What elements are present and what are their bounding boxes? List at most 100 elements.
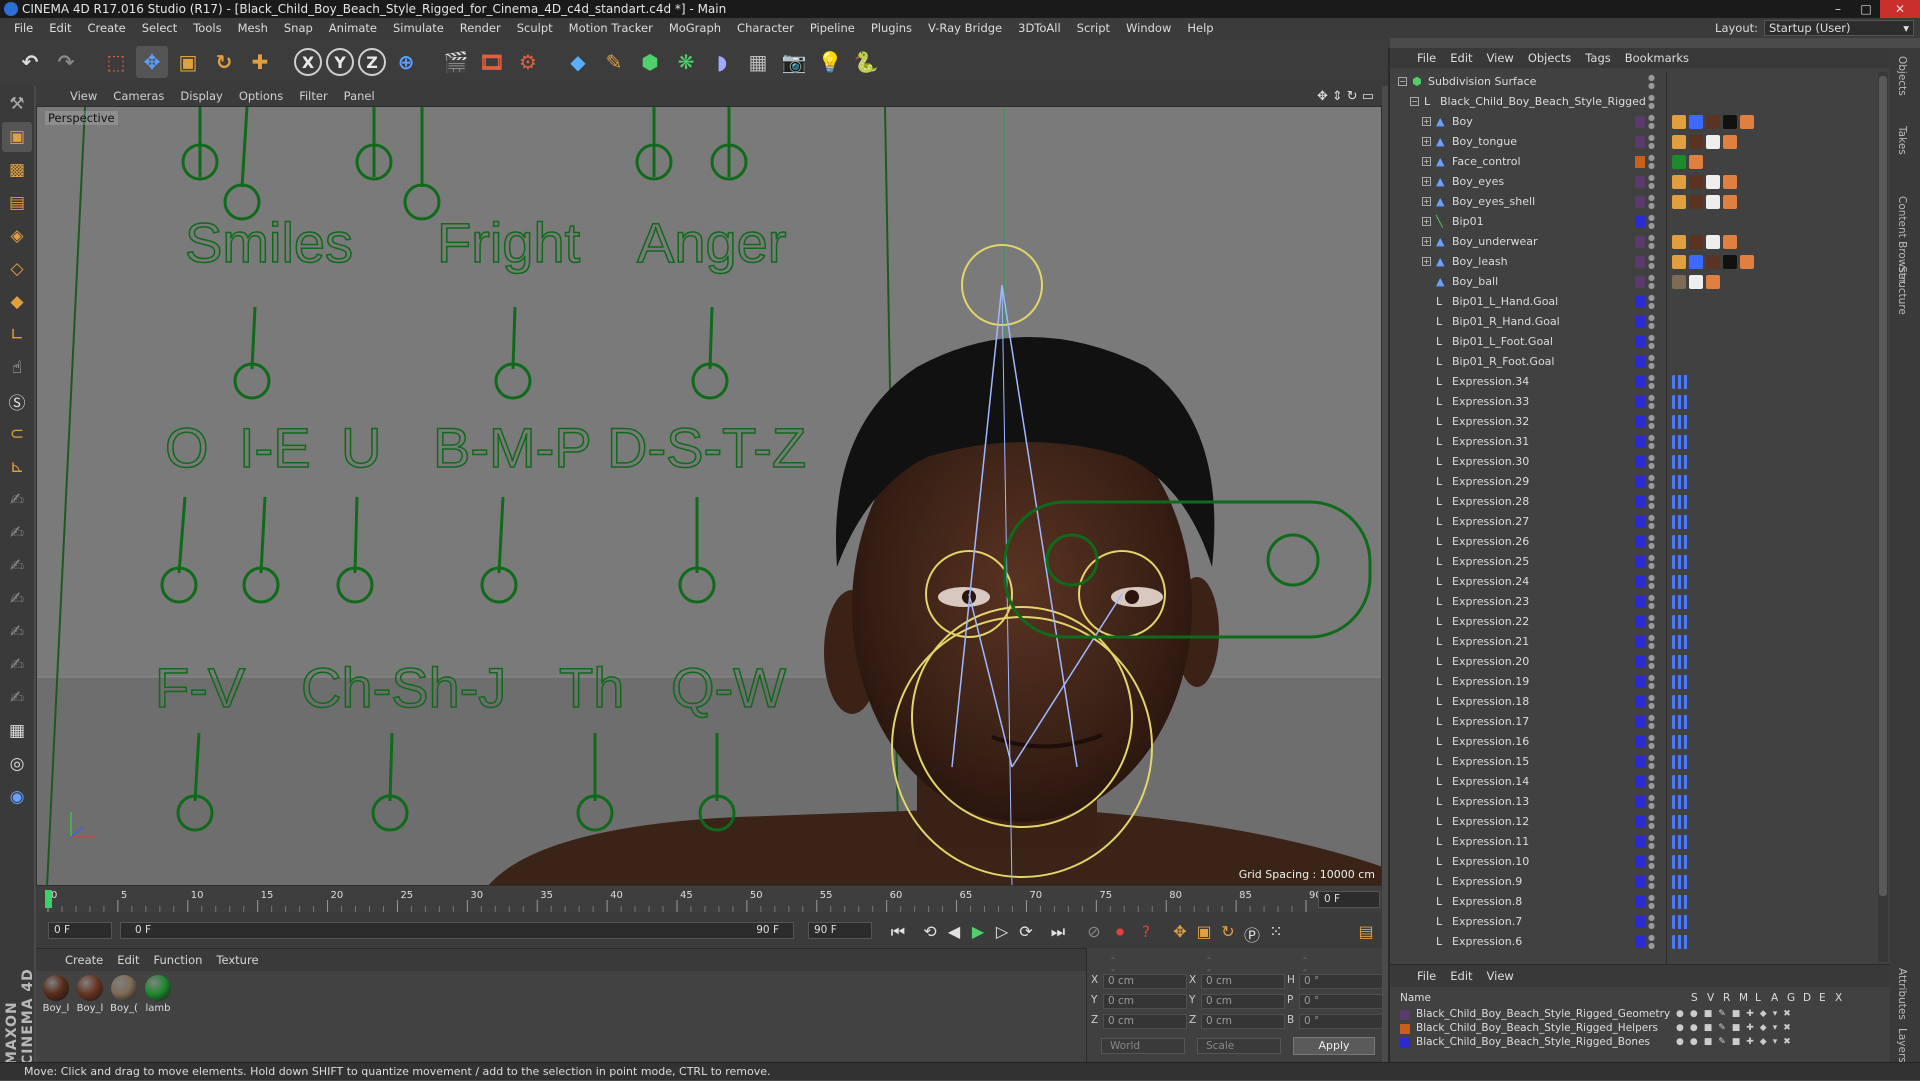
layer-color-swatch[interactable]	[1635, 256, 1645, 268]
visibility-dots-icon[interactable]: ● ●	[1648, 274, 1655, 290]
object-tag-icon[interactable]	[1706, 235, 1720, 249]
size-x-field[interactable]: 0 cm	[1201, 974, 1285, 989]
layer-color-swatch[interactable]	[1635, 576, 1645, 588]
object-menu-bookmarks[interactable]: Bookmarks	[1618, 51, 1696, 65]
move-tool-icon[interactable]: ✥	[136, 46, 168, 78]
object-tag-icon[interactable]	[1672, 135, 1686, 149]
layer-flag-icons[interactable]: ●●■✎■✚◆▾✖	[1676, 1037, 1797, 1047]
visibility-dots-icon[interactable]: ● ●	[1648, 74, 1655, 90]
visibility-dots-icon[interactable]: ● ●	[1648, 494, 1655, 510]
side-tab-layers[interactable]: Layers	[1896, 1028, 1908, 1063]
preview-range-slider[interactable]: 0 F 90 F	[120, 922, 794, 939]
record-scale-icon[interactable]: ▣	[1192, 922, 1216, 944]
visibility-dots-icon[interactable]: ● ●	[1648, 894, 1655, 910]
object-row[interactable]: ▲ Boy_ball ● ●	[1390, 272, 1892, 292]
rotation-h-field[interactable]: 0 °	[1299, 974, 1383, 989]
viewport-menu-filter[interactable]: Filter	[291, 89, 335, 103]
object-row[interactable]: L Expression.34 ● ●	[1390, 372, 1892, 392]
layer-color-swatch[interactable]	[1635, 476, 1645, 488]
previous-frame-icon[interactable]: ◀	[942, 922, 966, 944]
object-tag-icon[interactable]	[1672, 535, 1688, 549]
current-frame-field[interactable]: 0 F	[1318, 891, 1380, 908]
position-x-field[interactable]: 0 cm	[1103, 974, 1187, 989]
viewport-menu-options[interactable]: Options	[231, 89, 291, 103]
autokeying-icon[interactable]: ⏺	[1108, 922, 1132, 944]
object-tag-icon[interactable]	[1740, 255, 1754, 269]
record-rotation-icon[interactable]: ↻	[1216, 922, 1240, 944]
expand-toggle-icon[interactable]: +	[1422, 157, 1431, 166]
visibility-dots-icon[interactable]: ● ●	[1648, 234, 1655, 250]
menu-pipeline[interactable]: Pipeline	[802, 21, 863, 35]
visibility-dots-icon[interactable]: ● ●	[1648, 794, 1655, 810]
layer-color-swatch[interactable]	[1635, 156, 1645, 168]
sculpt-smooth-icon[interactable]: ✍	[2, 551, 32, 581]
record-position-icon[interactable]: ✥	[1168, 922, 1192, 944]
layer-color-swatch[interactable]	[1635, 876, 1645, 888]
grid-lock-icon[interactable]: ▦	[2, 716, 32, 746]
visibility-dots-icon[interactable]: ● ●	[1648, 254, 1655, 270]
visibility-dots-icon[interactable]: ● ●	[1648, 534, 1655, 550]
object-row[interactable]: L Expression.7 ● ●	[1390, 912, 1892, 932]
object-row[interactable]: L Expression.18 ● ●	[1390, 692, 1892, 712]
object-row[interactable]: L Bip01_R_Hand.Goal ● ●	[1390, 312, 1892, 332]
play-forward-icon[interactable]: ▶	[966, 922, 990, 944]
viewport-camera-label[interactable]: Perspective	[45, 111, 118, 125]
layer-color-swatch[interactable]	[1400, 1010, 1410, 1020]
layer-menu-file[interactable]: File	[1410, 969, 1443, 983]
object-row[interactable]: L Expression.27 ● ●	[1390, 512, 1892, 532]
object-tag-icon[interactable]	[1723, 115, 1737, 129]
menu-mograph[interactable]: MoGraph	[661, 21, 729, 35]
visibility-dots-icon[interactable]: ● ●	[1648, 474, 1655, 490]
layer-flag-icons[interactable]: ●●■✎■✚◆▾✖	[1676, 1023, 1797, 1033]
magnet-lock-icon[interactable]: ◎	[2, 749, 32, 779]
object-row[interactable]: L Expression.17 ● ●	[1390, 712, 1892, 732]
object-tag-icon[interactable]	[1672, 615, 1688, 629]
object-tag-icon[interactable]	[1672, 235, 1686, 249]
menu-motion-tracker[interactable]: Motion Tracker	[561, 21, 661, 35]
object-row[interactable]: − ⬢ Subdivision Surface ● ●	[1390, 72, 1892, 92]
object-tag-icon[interactable]	[1672, 115, 1686, 129]
visibility-dots-icon[interactable]: ● ●	[1648, 914, 1655, 930]
expand-toggle-icon[interactable]: +	[1422, 117, 1431, 126]
layer-flag-icons[interactable]: ●●■✎■✚◆▾✖	[1676, 1009, 1797, 1019]
layer-color-swatch[interactable]	[1635, 836, 1645, 848]
visibility-dots-icon[interactable]: ● ●	[1648, 314, 1655, 330]
layer-color-swatch[interactable]	[1635, 356, 1645, 368]
side-tab-takes[interactable]: Takes	[1896, 126, 1908, 155]
menu-sculpt[interactable]: Sculpt	[509, 21, 561, 35]
visibility-dots-icon[interactable]: ● ●	[1648, 674, 1655, 690]
previous-key-icon[interactable]: ⟲	[918, 922, 942, 944]
array-mograph-icon[interactable]: ❋	[670, 46, 702, 78]
visibility-dots-icon[interactable]: ● ●	[1648, 654, 1655, 670]
layer-color-swatch[interactable]	[1635, 536, 1645, 548]
material-swatch[interactable]: Boy_(	[110, 975, 138, 1014]
visibility-dots-icon[interactable]: ● ●	[1648, 614, 1655, 630]
magnet-icon[interactable]: ⊂	[2, 419, 32, 449]
sculpt-flatten-icon[interactable]: ✍	[2, 617, 32, 647]
object-tag-icon[interactable]	[1706, 195, 1720, 209]
object-tag-icon[interactable]	[1672, 155, 1686, 169]
menu-v-ray-bridge[interactable]: V-Ray Bridge	[920, 21, 1010, 35]
object-tag-icon[interactable]	[1672, 935, 1688, 949]
object-tag-icon[interactable]	[1706, 115, 1720, 129]
record-point-level-icon[interactable]: ⁙	[1264, 922, 1288, 944]
edges-mode-icon[interactable]: ◇	[2, 254, 32, 284]
object-row[interactable]: L Expression.19 ● ●	[1390, 672, 1892, 692]
object-tag-icon[interactable]	[1672, 755, 1688, 769]
object-tag-icon[interactable]	[1672, 415, 1688, 429]
rotation-p-field[interactable]: 0 °	[1299, 994, 1383, 1009]
menu-animate[interactable]: Animate	[321, 21, 385, 35]
object-tag-icon[interactable]	[1723, 255, 1737, 269]
object-row[interactable]: − L Black_Child_Boy_Beach_Style_Rigged ● ●	[1390, 92, 1892, 112]
layer-color-swatch[interactable]	[1635, 116, 1645, 128]
visibility-dots-icon[interactable]: ● ●	[1648, 774, 1655, 790]
visibility-dots-icon[interactable]: ● ●	[1648, 294, 1655, 310]
position-y-field[interactable]: 0 cm	[1103, 994, 1187, 1009]
floor-scene-icon[interactable]: ▦	[742, 46, 774, 78]
go-to-end-icon[interactable]: ⏭	[1046, 922, 1070, 944]
coordinate-system-icon[interactable]: ⊕	[390, 46, 422, 78]
object-tag-icon[interactable]	[1672, 815, 1688, 829]
layer-color-swatch[interactable]	[1635, 376, 1645, 388]
object-tag-icon[interactable]	[1672, 255, 1686, 269]
object-tag-icon[interactable]	[1689, 275, 1703, 289]
